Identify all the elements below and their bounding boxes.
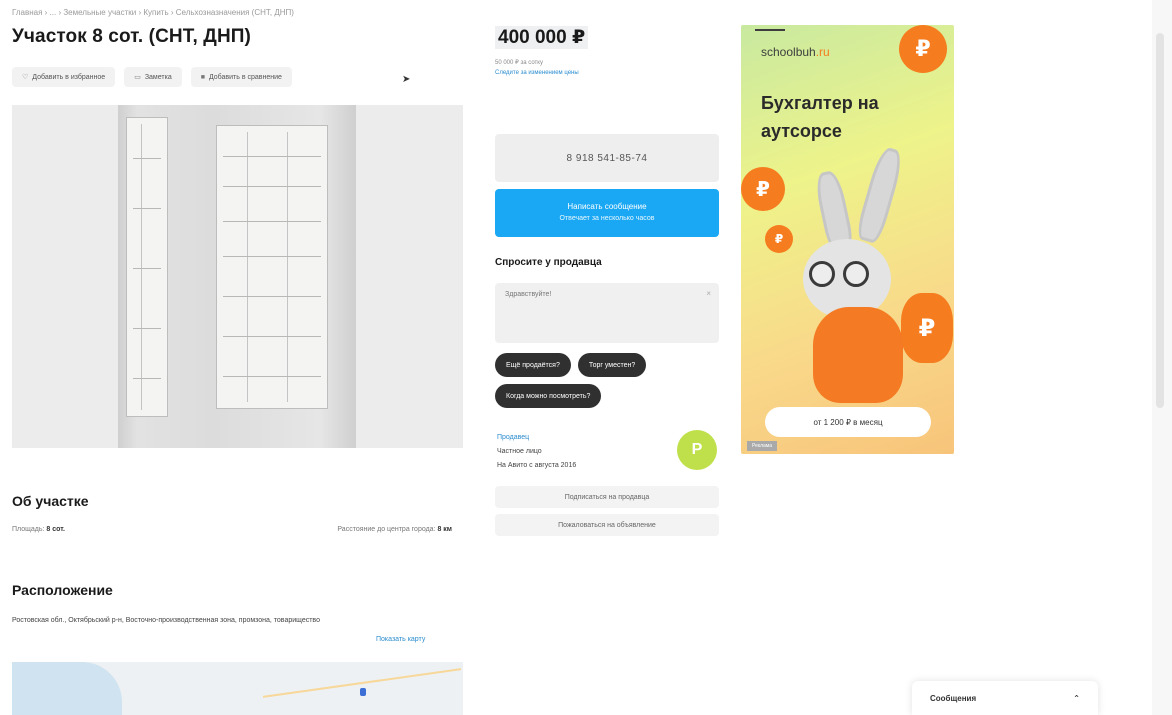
show-map-link[interactable]: Показать карту — [376, 636, 425, 643]
heart-icon: ♡ — [22, 74, 29, 81]
price-per-unit: 50 000 ₽ за сотку — [495, 60, 543, 66]
messenger-widget[interactable]: Сообщения ⌃ — [912, 681, 1098, 715]
params-list: Площадь: 8 сот. Расстояние до центра гор… — [12, 526, 452, 533]
breadcrumb[interactable]: Главная › ... › Земельные участки › Купи… — [12, 8, 294, 17]
seller-type: Частное лицо — [497, 448, 542, 455]
ad-logo-accent: .ru — [815, 45, 830, 59]
write-message-label: Написать сообщение — [567, 202, 647, 211]
ruble-coin-icon: ₽ — [765, 225, 793, 253]
map-water — [12, 662, 122, 715]
seller-name[interactable]: Продавец — [497, 431, 576, 445]
page-title: Участок 8 сот. (СНТ, ДНП) — [12, 26, 251, 47]
param-area: Площадь: 8 сот. — [12, 526, 65, 533]
param-area-value: 8 сот. — [46, 526, 65, 533]
price-history-link[interactable]: Следите за изменением цены — [495, 70, 579, 76]
scrollbar-thumb[interactable] — [1156, 33, 1164, 408]
ad-logo-mark — [755, 29, 785, 35]
bunny-ear-right — [854, 145, 906, 245]
avatar[interactable]: Р — [677, 430, 717, 470]
location-map[interactable] — [12, 662, 463, 715]
report-listing-button[interactable]: Пожаловаться на объявление — [495, 514, 719, 536]
param-distance-label: Расстояние до центра города: — [337, 526, 436, 533]
param-area-label: Площадь: — [12, 526, 45, 533]
note-button[interactable]: ▭ Заметка — [124, 67, 182, 87]
compare-button[interactable]: ■ Добавить в сравнение — [190, 67, 292, 87]
document-sheet-left — [126, 117, 168, 417]
map-pin-icon[interactable] — [360, 688, 366, 696]
chip-when-view[interactable]: Когда можно посмотреть? — [495, 384, 602, 408]
note-icon: ▭ — [134, 74, 141, 81]
subscribe-seller-button[interactable]: Подписаться на продавца — [495, 486, 719, 508]
ruble-coin-icon: ₽ — [899, 25, 947, 73]
write-message-sub: Отвечает за несколько часов — [559, 215, 655, 222]
ad-logo-text: schoolbuh — [761, 45, 816, 59]
bunny-body — [813, 307, 903, 403]
chevron-up-icon[interactable]: ⌃ — [1073, 694, 1080, 703]
seller-since: На Авито с августа 2016 — [497, 462, 577, 469]
mouse-cursor-icon: ➤ — [402, 74, 411, 85]
ruble-coin-icon: ₽ — [901, 293, 953, 363]
add-favorite-label: Добавить в избранное — [32, 73, 106, 81]
photo-gallery[interactable] — [12, 105, 463, 448]
listing-photo[interactable] — [118, 105, 356, 448]
document-sheet-right — [216, 125, 328, 409]
ask-seller-text: Здравствуйте! — [505, 291, 552, 298]
ask-seller-input[interactable]: Здравствуйте! × — [495, 283, 719, 343]
ad-logo: schoolbuh.ru — [761, 45, 830, 59]
chip-bargain[interactable]: Торг уместен? — [577, 353, 647, 377]
ad-cta-button[interactable]: от 1 200 ₽ в месяц — [765, 407, 931, 437]
write-message-button[interactable]: Написать сообщение Отвечает за несколько… — [495, 189, 719, 237]
param-distance: Расстояние до центра города: 8 км — [337, 526, 452, 533]
close-icon[interactable]: × — [706, 289, 711, 298]
location-heading: Расположение — [12, 582, 113, 598]
messenger-label: Сообщения — [930, 693, 977, 703]
glasses-icon — [809, 261, 835, 287]
compare-label: Добавить в сравнение — [208, 73, 282, 81]
ad-label: Реклама — [747, 441, 777, 451]
ad-headline: Бухгалтер на аутсорсе — [761, 93, 879, 141]
ruble-coin-icon: ₽ — [741, 167, 785, 211]
address-text: Ростовская обл., Октябрьский р-н, Восточ… — [12, 617, 320, 624]
glasses-icon — [843, 261, 869, 287]
listing-actions: ♡ Добавить в избранное ▭ Заметка ■ Добав… — [12, 67, 292, 87]
ask-seller-heading: Спросите у продавца — [495, 257, 602, 268]
show-phone-button[interactable]: 8 918 541-85-74 — [495, 134, 719, 182]
param-distance-value: 8 км — [437, 526, 452, 533]
quick-questions: Ещё продаётся? Торг уместен? Когда можно… — [495, 353, 719, 408]
ad-banner[interactable]: schoolbuh.ru Бухгалтер на аутсорсе ₽ ₽ ₽… — [741, 25, 954, 454]
add-favorite-button[interactable]: ♡ Добавить в избранное — [12, 67, 116, 87]
chip-still-selling[interactable]: Ещё продаётся? — [495, 353, 571, 377]
price: 400 000 ₽ — [495, 26, 589, 49]
compare-icon: ■ — [200, 73, 205, 81]
note-label: Заметка — [144, 73, 172, 81]
seller-info: Продавец Частное лицо На Авито с августа… — [497, 431, 576, 473]
about-heading: Об участке — [12, 493, 89, 509]
